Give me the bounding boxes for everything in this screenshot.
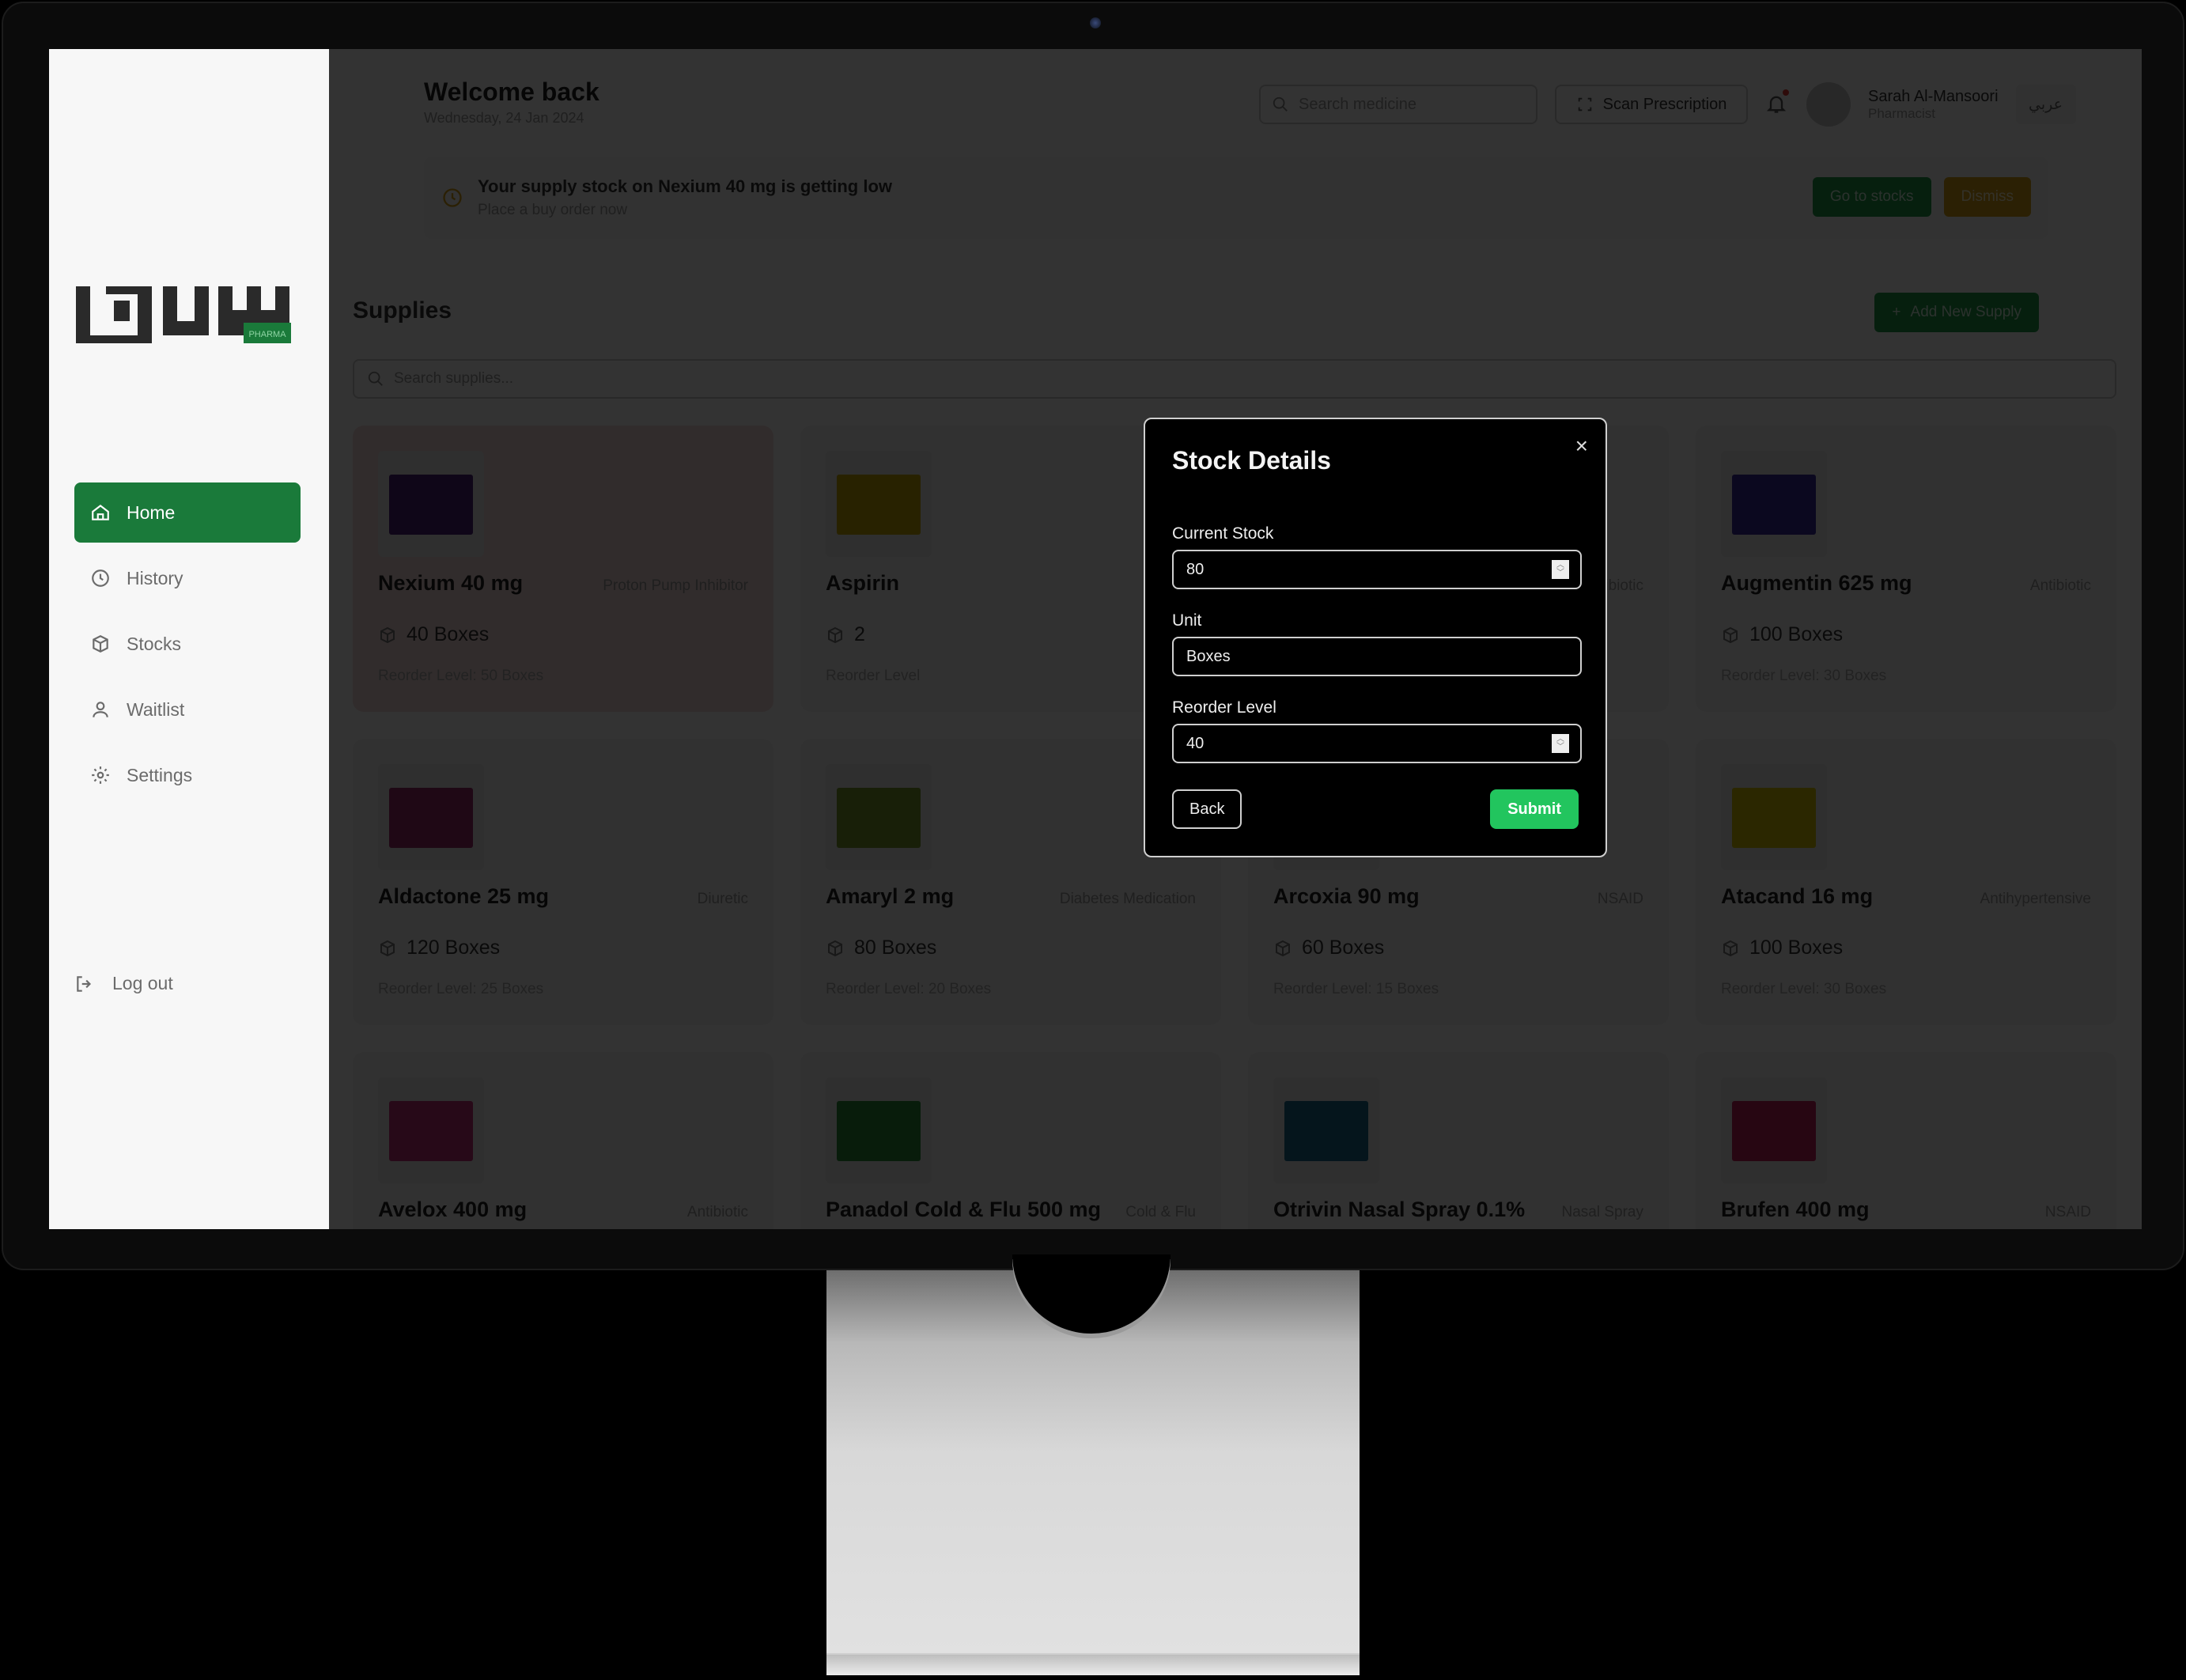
reorder-level-label: Reorder Level [1172,698,1276,717]
sidebar-item-stocks[interactable]: Stocks [74,614,301,674]
number-stepper[interactable]: ︿ ﹀ [1552,734,1569,753]
sidebar-item-label: Settings [127,764,193,785]
back-button[interactable]: Back [1172,789,1242,829]
screen: PHARMA Home History Stocks Waitlist Sett… [49,49,2142,1229]
submit-button[interactable]: Submit [1490,789,1579,829]
stand-foot [826,1653,1360,1675]
current-stock-input[interactable]: 80 ︿ ﹀ [1172,550,1582,589]
app: PHARMA Home History Stocks Waitlist Sett… [49,49,2142,1229]
chevron-down-icon: ﹀ [1556,569,1564,577]
user-icon [93,702,108,717]
svg-text:PHARMA: PHARMA [248,330,286,339]
sidebar-item-label: Waitlist [127,698,185,720]
modal-title: Stock Details [1172,446,1331,475]
close-icon[interactable]: × [1575,433,1588,459]
camera-icon [1090,17,1101,28]
home-icon [92,504,109,520]
reorder-level-value: 40 [1186,734,1205,752]
sidebar-item-label: Home [127,501,176,523]
logout-button[interactable]: Log out [74,973,173,994]
logout-label: Log out [112,973,173,993]
current-stock-label: Current Stock [1172,524,1274,543]
sidebar-nav: Home History Stocks Waitlist Settings [74,482,301,811]
unit-label: Unit [1172,611,1202,630]
main-content: Welcome back Wednesday, 24 Jan 2024 Sear… [329,49,2142,1229]
stock-details-modal: Stock Details × Current Stock 80 ︿ ﹀ Unit… [1144,418,1607,857]
logout-icon [77,975,92,992]
current-stock-value: 80 [1186,560,1205,578]
sidebar-item-settings[interactable]: Settings [74,745,301,805]
reorder-level-input[interactable]: 40 ︿ ﹀ [1172,724,1582,763]
monitor-frame: PHARMA Home History Stocks Waitlist Sett… [2,2,2184,1270]
stand-cutout [1012,1254,1171,1334]
unit-input[interactable]: Boxes [1172,637,1582,676]
number-stepper[interactable]: ︿ ﹀ [1552,560,1569,579]
box-icon [93,635,108,653]
sidebar-item-waitlist[interactable]: Waitlist [74,679,301,740]
sidebar: PHARMA Home History Stocks Waitlist Sett… [49,49,329,1229]
monitor-stand [826,1254,1360,1675]
sidebar-item-label: History [127,567,183,588]
sidebar-item-home[interactable]: Home [74,482,301,543]
unit-value: Boxes [1186,647,1231,665]
logo: PHARMA [76,286,291,343]
sidebar-item-label: Stocks [127,633,182,654]
sidebar-item-history[interactable]: History [74,548,301,608]
chevron-down-icon: ﹀ [1556,743,1564,751]
gear-icon [92,766,109,784]
clock-icon [92,569,109,587]
